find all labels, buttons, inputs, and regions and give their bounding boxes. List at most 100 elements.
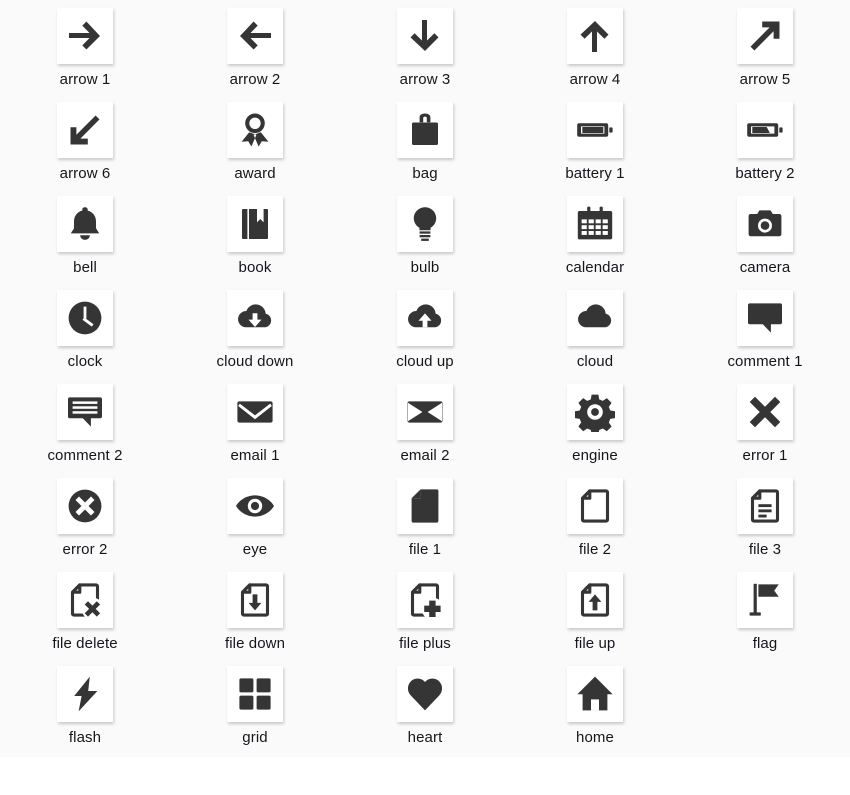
icon-label: battery 2 [735,165,795,182]
gear-icon[interactable] [567,384,623,440]
icon-cell-email-closed[interactable]: email 1 [170,384,340,478]
icon-label: cloud [576,353,614,370]
icon-label: cloud down [216,353,294,370]
icon-cell-flash[interactable]: flash [0,666,170,760]
heart-icon[interactable] [397,666,453,722]
icon-cell-grid[interactable]: grid [170,666,340,760]
icon-cell-book[interactable]: book [170,196,340,290]
icon-cell-file-text[interactable]: file 3 [680,478,850,572]
icon-cell-file-solid[interactable]: file 1 [340,478,510,572]
icon-cell-bulb[interactable]: bulb [340,196,510,290]
icon-label: comment 1 [727,353,803,370]
icon-cell-comment-lines[interactable]: comment 2 [0,384,170,478]
icon-cell-file-download[interactable]: file down [170,572,340,666]
cloud-icon[interactable] [567,290,623,346]
icon-label: file 3 [748,541,782,558]
icon-cell-cloud-download[interactable]: cloud down [170,290,340,384]
icon-cell-clock[interactable]: clock [0,290,170,384]
file-solid-icon[interactable] [397,478,453,534]
icon-label: book [238,259,272,276]
icon-cell-gear[interactable]: engine [510,384,680,478]
cloud-upload-icon[interactable] [397,290,453,346]
icon-label: camera [739,259,791,276]
icon-grid: arrow 1 arrow 2 arrow 3 arrow 4 arrow 5 arrow… [0,0,850,760]
icon-cell-email-open[interactable]: email 2 [340,384,510,478]
icon-label: heart [407,729,443,746]
icon-label: bag [412,165,438,182]
battery-half-icon[interactable] [737,102,793,158]
icon-cell-calendar[interactable]: calendar [510,196,680,290]
bag-icon[interactable] [397,102,453,158]
book-icon[interactable] [227,196,283,252]
arrow-up-right-icon[interactable] [737,8,793,64]
award-icon[interactable] [227,102,283,158]
icon-label: error 2 [62,541,108,558]
icon-cell-heart[interactable]: heart [340,666,510,760]
file-delete-icon[interactable] [57,572,113,628]
icon-label: error 1 [742,447,788,464]
icon-label: bell [73,259,97,276]
icon-cell-eye[interactable]: eye [170,478,340,572]
arrow-down-left-icon[interactable] [57,102,113,158]
file-download-icon[interactable] [227,572,283,628]
arrow-right-icon[interactable] [57,8,113,64]
icon-cell-arrow-left[interactable]: arrow 2 [170,8,340,102]
icon-label: bulb [410,259,440,276]
icon-cell-file-outline[interactable]: file 2 [510,478,680,572]
icon-cell-award[interactable]: award [170,102,340,196]
icon-label: eye [242,541,268,558]
icon-cell-comment-bubble[interactable]: comment 1 [680,290,850,384]
flag-icon[interactable] [737,572,793,628]
flash-icon[interactable] [57,666,113,722]
icon-cell-error-circle[interactable]: error 2 [0,478,170,572]
icon-cell-file-delete[interactable]: file delete [0,572,170,666]
icon-cell-cloud[interactable]: cloud [510,290,680,384]
cloud-download-icon[interactable] [227,290,283,346]
eye-icon[interactable] [227,478,283,534]
battery-full-icon[interactable] [567,102,623,158]
bulb-icon[interactable] [397,196,453,252]
icon-cell-cloud-upload[interactable]: cloud up [340,290,510,384]
icon-cell-battery-full[interactable]: battery 1 [510,102,680,196]
error-circle-icon[interactable] [57,478,113,534]
icon-label: calendar [565,259,625,276]
clock-icon[interactable] [57,290,113,346]
arrow-left-icon[interactable] [227,8,283,64]
home-icon[interactable] [567,666,623,722]
arrow-down-icon[interactable] [397,8,453,64]
icon-label: file plus [399,635,451,652]
icon-cell-flag[interactable]: flag [680,572,850,666]
icon-label: email 2 [400,447,450,464]
close-x-icon[interactable] [737,384,793,440]
icon-label: file up [574,635,616,652]
comment-lines-icon[interactable] [57,384,113,440]
icon-cell-battery-half[interactable]: battery 2 [680,102,850,196]
icon-label: grid [242,729,268,746]
camera-icon[interactable] [737,196,793,252]
file-upload-icon[interactable] [567,572,623,628]
icon-cell-bag[interactable]: bag [340,102,510,196]
email-open-icon[interactable] [397,384,453,440]
icon-cell-arrow-right[interactable]: arrow 1 [0,8,170,102]
grid-icon[interactable] [227,666,283,722]
bell-icon[interactable] [57,196,113,252]
arrow-up-icon[interactable] [567,8,623,64]
icon-cell-arrow-up-right[interactable]: arrow 5 [680,8,850,102]
calendar-icon[interactable] [567,196,623,252]
icon-cell-home[interactable]: home [510,666,680,760]
icon-cell-file-upload[interactable]: file up [510,572,680,666]
icon-label: battery 1 [565,165,625,182]
icon-cell-arrow-down-left[interactable]: arrow 6 [0,102,170,196]
file-outline-icon[interactable] [567,478,623,534]
comment-bubble-icon[interactable] [737,290,793,346]
icon-cell-close-x[interactable]: error 1 [680,384,850,478]
icon-cell-arrow-down[interactable]: arrow 3 [340,8,510,102]
file-plus-icon[interactable] [397,572,453,628]
icon-cell-camera[interactable]: camera [680,196,850,290]
email-closed-icon[interactable] [227,384,283,440]
icon-label: home [576,729,614,746]
icon-cell-arrow-up[interactable]: arrow 4 [510,8,680,102]
file-text-icon[interactable] [737,478,793,534]
icon-cell-bell[interactable]: bell [0,196,170,290]
icon-cell-file-plus[interactable]: file plus [340,572,510,666]
